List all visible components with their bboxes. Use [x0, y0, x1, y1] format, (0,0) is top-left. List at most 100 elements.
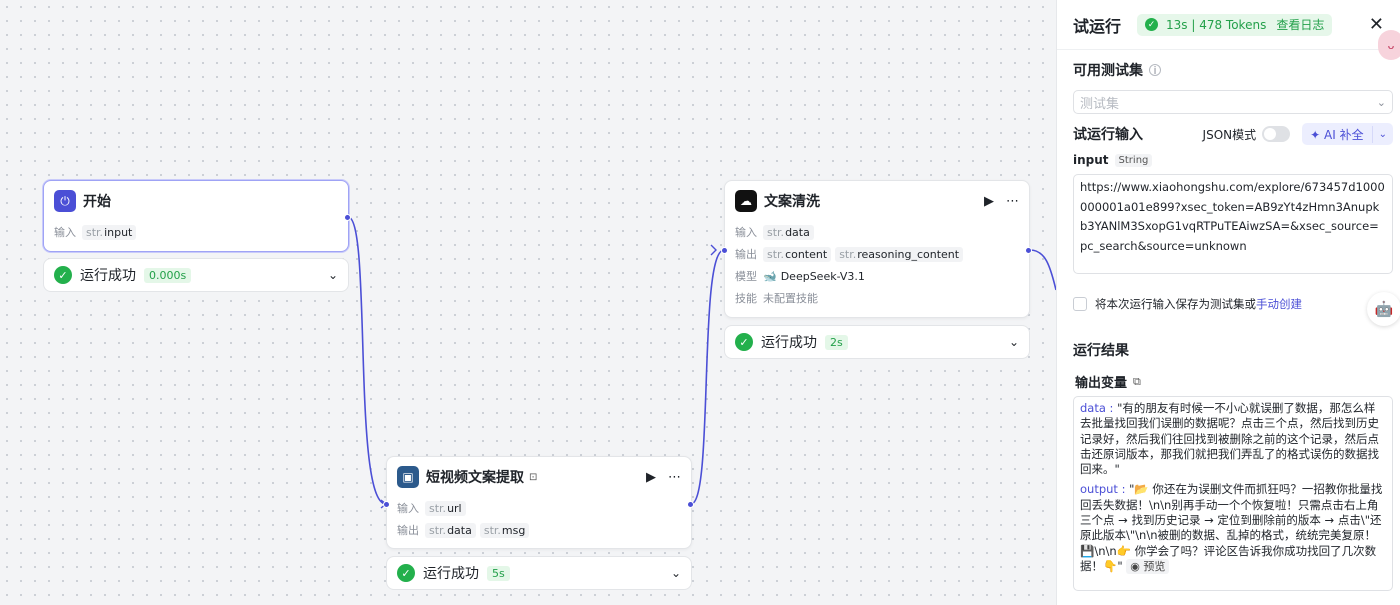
avatar[interactable]: ᴗ [1378, 30, 1400, 60]
edge-clean-to-next [1029, 249, 1056, 291]
node-video-extract[interactable]: ▣ 短视频文案提取 ⊡ ▶ ⋯ 输入 str. url 输出 str. data s… [383, 456, 694, 549]
variable-tag: str. url [425, 500, 466, 516]
node-extract-status[interactable]: ✓ 运行成功 5s ⌄ [386, 556, 692, 590]
ai-fill-label: AI 补全 [1324, 127, 1364, 142]
testset-placeholder: 测试集 [1080, 96, 1120, 112]
output-vars-label: 输出变量 [1075, 376, 1128, 391]
node-start[interactable]: ⏻ 开始 输入 str. input [43, 180, 351, 252]
run-stats: 13s | 478 Tokens [1166, 17, 1267, 32]
save-testset-text: 将本次运行输入保存为测试集或 [1095, 297, 1256, 311]
output-port[interactable] [1025, 247, 1032, 254]
node-input-row: 输入 str. url [387, 497, 691, 519]
panel-header: 试运行 ✓ 13s | 478 Tokens 查看日志 ✕ [1057, 0, 1400, 50]
output-port[interactable] [344, 214, 351, 221]
variable-tag: str. data [763, 224, 814, 240]
status-time-badge: 2s [825, 334, 848, 350]
status-text: 运行成功 [761, 335, 817, 351]
chevron-down-icon[interactable]: ⌄ [328, 268, 338, 282]
variable-tag: str. reasoning_content [835, 246, 964, 262]
node-text-clean[interactable]: ☁ 文案清洗 ▶ ⋯ 输入 str. data 输出 str. content st… [721, 180, 1032, 318]
testset-label-row: 可用测试集 i [1073, 60, 1161, 80]
result-data-value: "有的朋友有时候一不小心就误删了数据，那怎么样去批量找回我们误删的数据呢？点击三… [1080, 401, 1379, 477]
status-text: 运行成功 [423, 566, 479, 582]
copy-icon[interactable]: ⧉ [1133, 375, 1141, 389]
check-circle-icon: ✓ [1145, 18, 1159, 31]
check-circle-icon: ✓ [735, 333, 753, 351]
status-text: 运行成功 [80, 268, 136, 284]
view-log-link[interactable]: 查看日志 [1276, 16, 1324, 33]
chevron-down-icon[interactable]: ⌄ [1373, 129, 1393, 140]
status-time-badge: 0.000s [144, 267, 192, 283]
skill-value: 未配置技能 [763, 292, 818, 305]
manual-create-link[interactable]: 手动创建 [1256, 296, 1302, 312]
variable-tag: str. input [82, 224, 137, 240]
result-output-key: output [1080, 482, 1118, 497]
input-port[interactable] [383, 501, 390, 508]
sparkle-icon: ✦ [1310, 127, 1321, 142]
node-title: 短视频文案提取 [426, 470, 524, 486]
assistant-bot-icon[interactable]: 🤖 [1367, 292, 1400, 326]
output-label: 输出 [735, 248, 757, 261]
run-input-label: 试运行输入 [1073, 127, 1143, 143]
output-label: 输出 [397, 524, 419, 537]
close-icon[interactable]: ✕ [1369, 14, 1384, 35]
chevron-down-icon[interactable]: ⌄ [671, 566, 681, 580]
save-testset-row: 将本次运行输入保存为测试集或 手动创建 [1073, 296, 1302, 312]
variable-tag: str. msg [479, 522, 530, 538]
input-port[interactable] [721, 247, 728, 254]
node-title: 开始 [83, 194, 111, 210]
more-icon[interactable]: ⋯ [668, 470, 681, 485]
play-icon[interactable]: ▶ [646, 470, 656, 485]
panel-title: 试运行 [1073, 16, 1122, 36]
play-icon[interactable]: ▶ [984, 194, 994, 209]
result-title: 运行结果 [1073, 343, 1129, 359]
result-data-key: data [1080, 401, 1106, 415]
node-output-row: 输出 str. content str. reasoning_content [725, 243, 1029, 265]
input-textarea[interactable]: https://www.xiaohongshu.com/explore/6734… [1073, 174, 1393, 274]
node-start-status[interactable]: ✓ 运行成功 0.000s ⌄ [43, 258, 349, 292]
model-label: 模型 [735, 270, 757, 283]
test-run-panel: 试运行 ✓ 13s | 478 Tokens 查看日志 ✕ 可用测试集 i 测试… [1056, 0, 1400, 605]
node-output-row: 输出 str. data str. msg [387, 519, 691, 541]
more-icon[interactable]: ⋯ [1006, 194, 1019, 209]
edge-arrow-clean [710, 244, 717, 256]
edge-extract-to-clean [690, 249, 725, 505]
start-icon: ⏻ [54, 190, 76, 212]
input-label: 输入 [397, 502, 419, 515]
info-icon: i [1149, 64, 1161, 77]
run-input-header: 试运行输入 JSON模式 ✦ AI 补全 ⌄ [1073, 122, 1393, 146]
preview-button[interactable]: ◉ 预览 [1126, 558, 1170, 575]
ai-fill-button[interactable]: ✦ AI 补全 ⌄ [1302, 123, 1393, 145]
node-title: 文案清洗 [764, 194, 820, 210]
node-clean-status[interactable]: ✓ 运行成功 2s ⌄ [724, 325, 1030, 359]
node-model-row: 模型 🐋 DeepSeek-V3.1 [725, 265, 1029, 287]
deepseek-icon: 🐋 [763, 269, 777, 283]
variable-tag: str. data [425, 522, 476, 538]
run-stats-badge[interactable]: ✓ 13s | 478 Tokens 查看日志 [1137, 13, 1333, 36]
node-skill-row: 技能 未配置技能 [725, 287, 1029, 309]
testset-select[interactable]: 测试集 ⌄ [1073, 90, 1393, 114]
input-field-header: input String [1073, 153, 1156, 167]
eye-icon: ◉ [1130, 559, 1140, 573]
variable-tag: str. content [763, 246, 832, 262]
json-mode-toggle[interactable] [1262, 126, 1291, 142]
testset-label: 可用测试集 [1073, 63, 1143, 79]
plugin-icon: ▣ [397, 466, 419, 488]
save-testset-checkbox[interactable] [1073, 297, 1087, 311]
input-label: 输入 [54, 226, 76, 239]
model-name: DeepSeek-V3.1 [780, 269, 865, 283]
output-vars-row: 输出变量 ⧉ [1075, 372, 1141, 392]
status-time-badge: 5s [487, 565, 510, 581]
json-mode-label: JSON模式 [1202, 127, 1257, 142]
chevron-down-icon[interactable]: ⌄ [1009, 335, 1019, 349]
edge-start-to-extract [347, 216, 387, 505]
type-tag: String [1114, 153, 1153, 167]
output-result-box: data : "有的朋友有时候一不小心就误删了数据，那怎么样去批量找回我们误删的… [1073, 396, 1393, 591]
workflow-canvas[interactable]: ⏻ 开始 输入 str. input ✓ 运行成功 0.000s ⌄ ▣ 短视频文… [0, 0, 1056, 605]
result-title-row: 运行结果 [1073, 340, 1129, 360]
result-data-entry: data : "有的朋友有时候一不小心就误删了数据，那怎么样去批量找回我们误删的… [1080, 401, 1379, 477]
skill-label: 技能 [735, 292, 757, 305]
chevron-down-icon: ⌄ [1376, 95, 1386, 109]
result-output-entry: output : "📂 你还在为误删文件而抓狂吗？一招教你批量找回丢失数据！\n… [1080, 482, 1383, 575]
output-port[interactable] [687, 501, 694, 508]
